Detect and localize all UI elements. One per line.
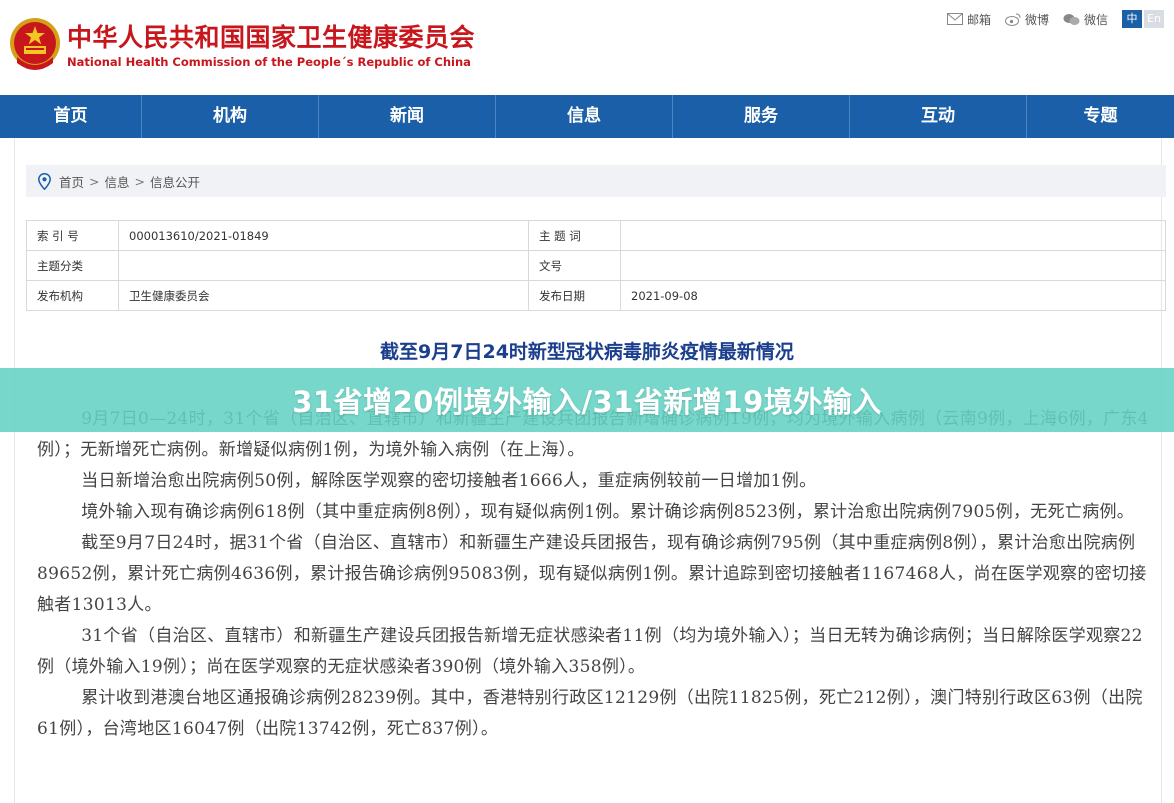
- subject-value: [620, 220, 1166, 251]
- article-paragraph: 境外输入现有确诊病例618例（其中重症病例8例），现有疑似病例1例。累计确诊病例…: [81, 502, 1135, 522]
- nav-information[interactable]: 信息: [496, 95, 673, 138]
- nav-home[interactable]: 首页: [0, 95, 142, 138]
- table-row: 索 引 号 000013610/2021-01849 主 题 词: [26, 220, 1166, 251]
- lang-en-button[interactable]: En: [1144, 10, 1164, 28]
- site-title-cn[interactable]: 中华人民共和国国家卫生健康委员会: [67, 18, 475, 54]
- date-label: 发布日期: [528, 280, 621, 311]
- document-meta-table: 索 引 号 000013610/2021-01849 主 题 词 主题分类 文号…: [26, 220, 1166, 311]
- lang-zh-button[interactable]: 中: [1122, 10, 1142, 28]
- nav-organization[interactable]: 机构: [142, 95, 319, 138]
- index-label: 索 引 号: [26, 220, 119, 251]
- mail-label: 邮箱: [966, 12, 991, 27]
- national-emblem-icon[interactable]: [9, 17, 61, 73]
- table-row: 主题分类 文号: [26, 250, 1166, 281]
- article-paragraph: 当日新增治愈出院病例50例，解除医学观察的密切接触者1666人，重症病例较前一日…: [81, 471, 817, 491]
- breadcrumb-separator: >: [134, 173, 145, 189]
- banner-text: 31省增20例境外输入/31省新增19境外输入: [292, 385, 882, 419]
- weibo-label: 微博: [1024, 12, 1049, 27]
- wechat-label: 微信: [1083, 12, 1108, 27]
- publisher-value: 卫生健康委员会: [118, 280, 529, 311]
- article-title: 截至9月7日24时新型冠状病毒肺炎疫情最新情况: [380, 341, 794, 363]
- mail-link[interactable]: 邮箱: [946, 11, 991, 28]
- language-switch: 中 En: [1122, 10, 1164, 28]
- article-paragraph: 截至9月7日24时，据31个省（自治区、直辖市）和新疆生产建设兵团报告，现有确诊…: [37, 533, 1147, 615]
- site-header: 中华人民共和国国家卫生健康委员会 National Health Commiss…: [0, 0, 1174, 95]
- headline-banner: 31省增20例境外输入/31省新增19境外输入: [0, 368, 1174, 432]
- weibo-link[interactable]: 微博: [1004, 11, 1049, 28]
- nav-services[interactable]: 服务: [673, 95, 850, 138]
- site-title-en[interactable]: National Health Commission of the People…: [67, 55, 471, 69]
- breadcrumb-separator: >: [89, 173, 100, 189]
- category-value: [118, 250, 529, 281]
- doc-number-label: 文号: [528, 250, 621, 281]
- date-value: 2021-09-08: [620, 280, 1166, 311]
- breadcrumb-disclosure[interactable]: 信息公开: [150, 172, 200, 191]
- index-value: 000013610/2021-01849: [118, 220, 529, 251]
- nav-interaction[interactable]: 互动: [850, 95, 1027, 138]
- publisher-label: 发布机构: [26, 280, 119, 311]
- wechat-link[interactable]: 微信: [1063, 11, 1108, 28]
- doc-number-value: [620, 250, 1166, 281]
- location-pin-icon: [38, 172, 51, 190]
- weibo-icon: [1004, 13, 1021, 26]
- nav-news[interactable]: 新闻: [319, 95, 496, 138]
- nav-topics[interactable]: 专题: [1027, 95, 1174, 138]
- main-nav: 首页 机构 新闻 信息 服务 互动 专题: [0, 95, 1174, 138]
- top-links: 邮箱 微博 微信 中 En: [946, 10, 1164, 28]
- table-row: 发布机构 卫生健康委员会 发布日期 2021-09-08: [26, 280, 1166, 311]
- mail-icon: [946, 13, 963, 25]
- breadcrumb-home[interactable]: 首页: [59, 172, 84, 191]
- article-body: 9月7日0—24时，31个省（自治区、直辖市）和新疆生产建设兵团报告新增确诊病例…: [37, 404, 1157, 745]
- wechat-icon: [1063, 13, 1080, 25]
- article-paragraph: 31个省（自治区、直辖市）和新疆生产建设兵团报告新增无症状感染者11例（均为境外…: [37, 626, 1143, 677]
- breadcrumb-information[interactable]: 信息: [105, 172, 130, 191]
- breadcrumb: 首页 > 信息 > 信息公开: [26, 165, 1166, 197]
- category-label: 主题分类: [26, 250, 119, 281]
- subject-label: 主 题 词: [528, 220, 621, 251]
- article-paragraph: 累计收到港澳台地区通报确诊病例28239例。其中，香港特别行政区12129例（出…: [37, 688, 1143, 739]
